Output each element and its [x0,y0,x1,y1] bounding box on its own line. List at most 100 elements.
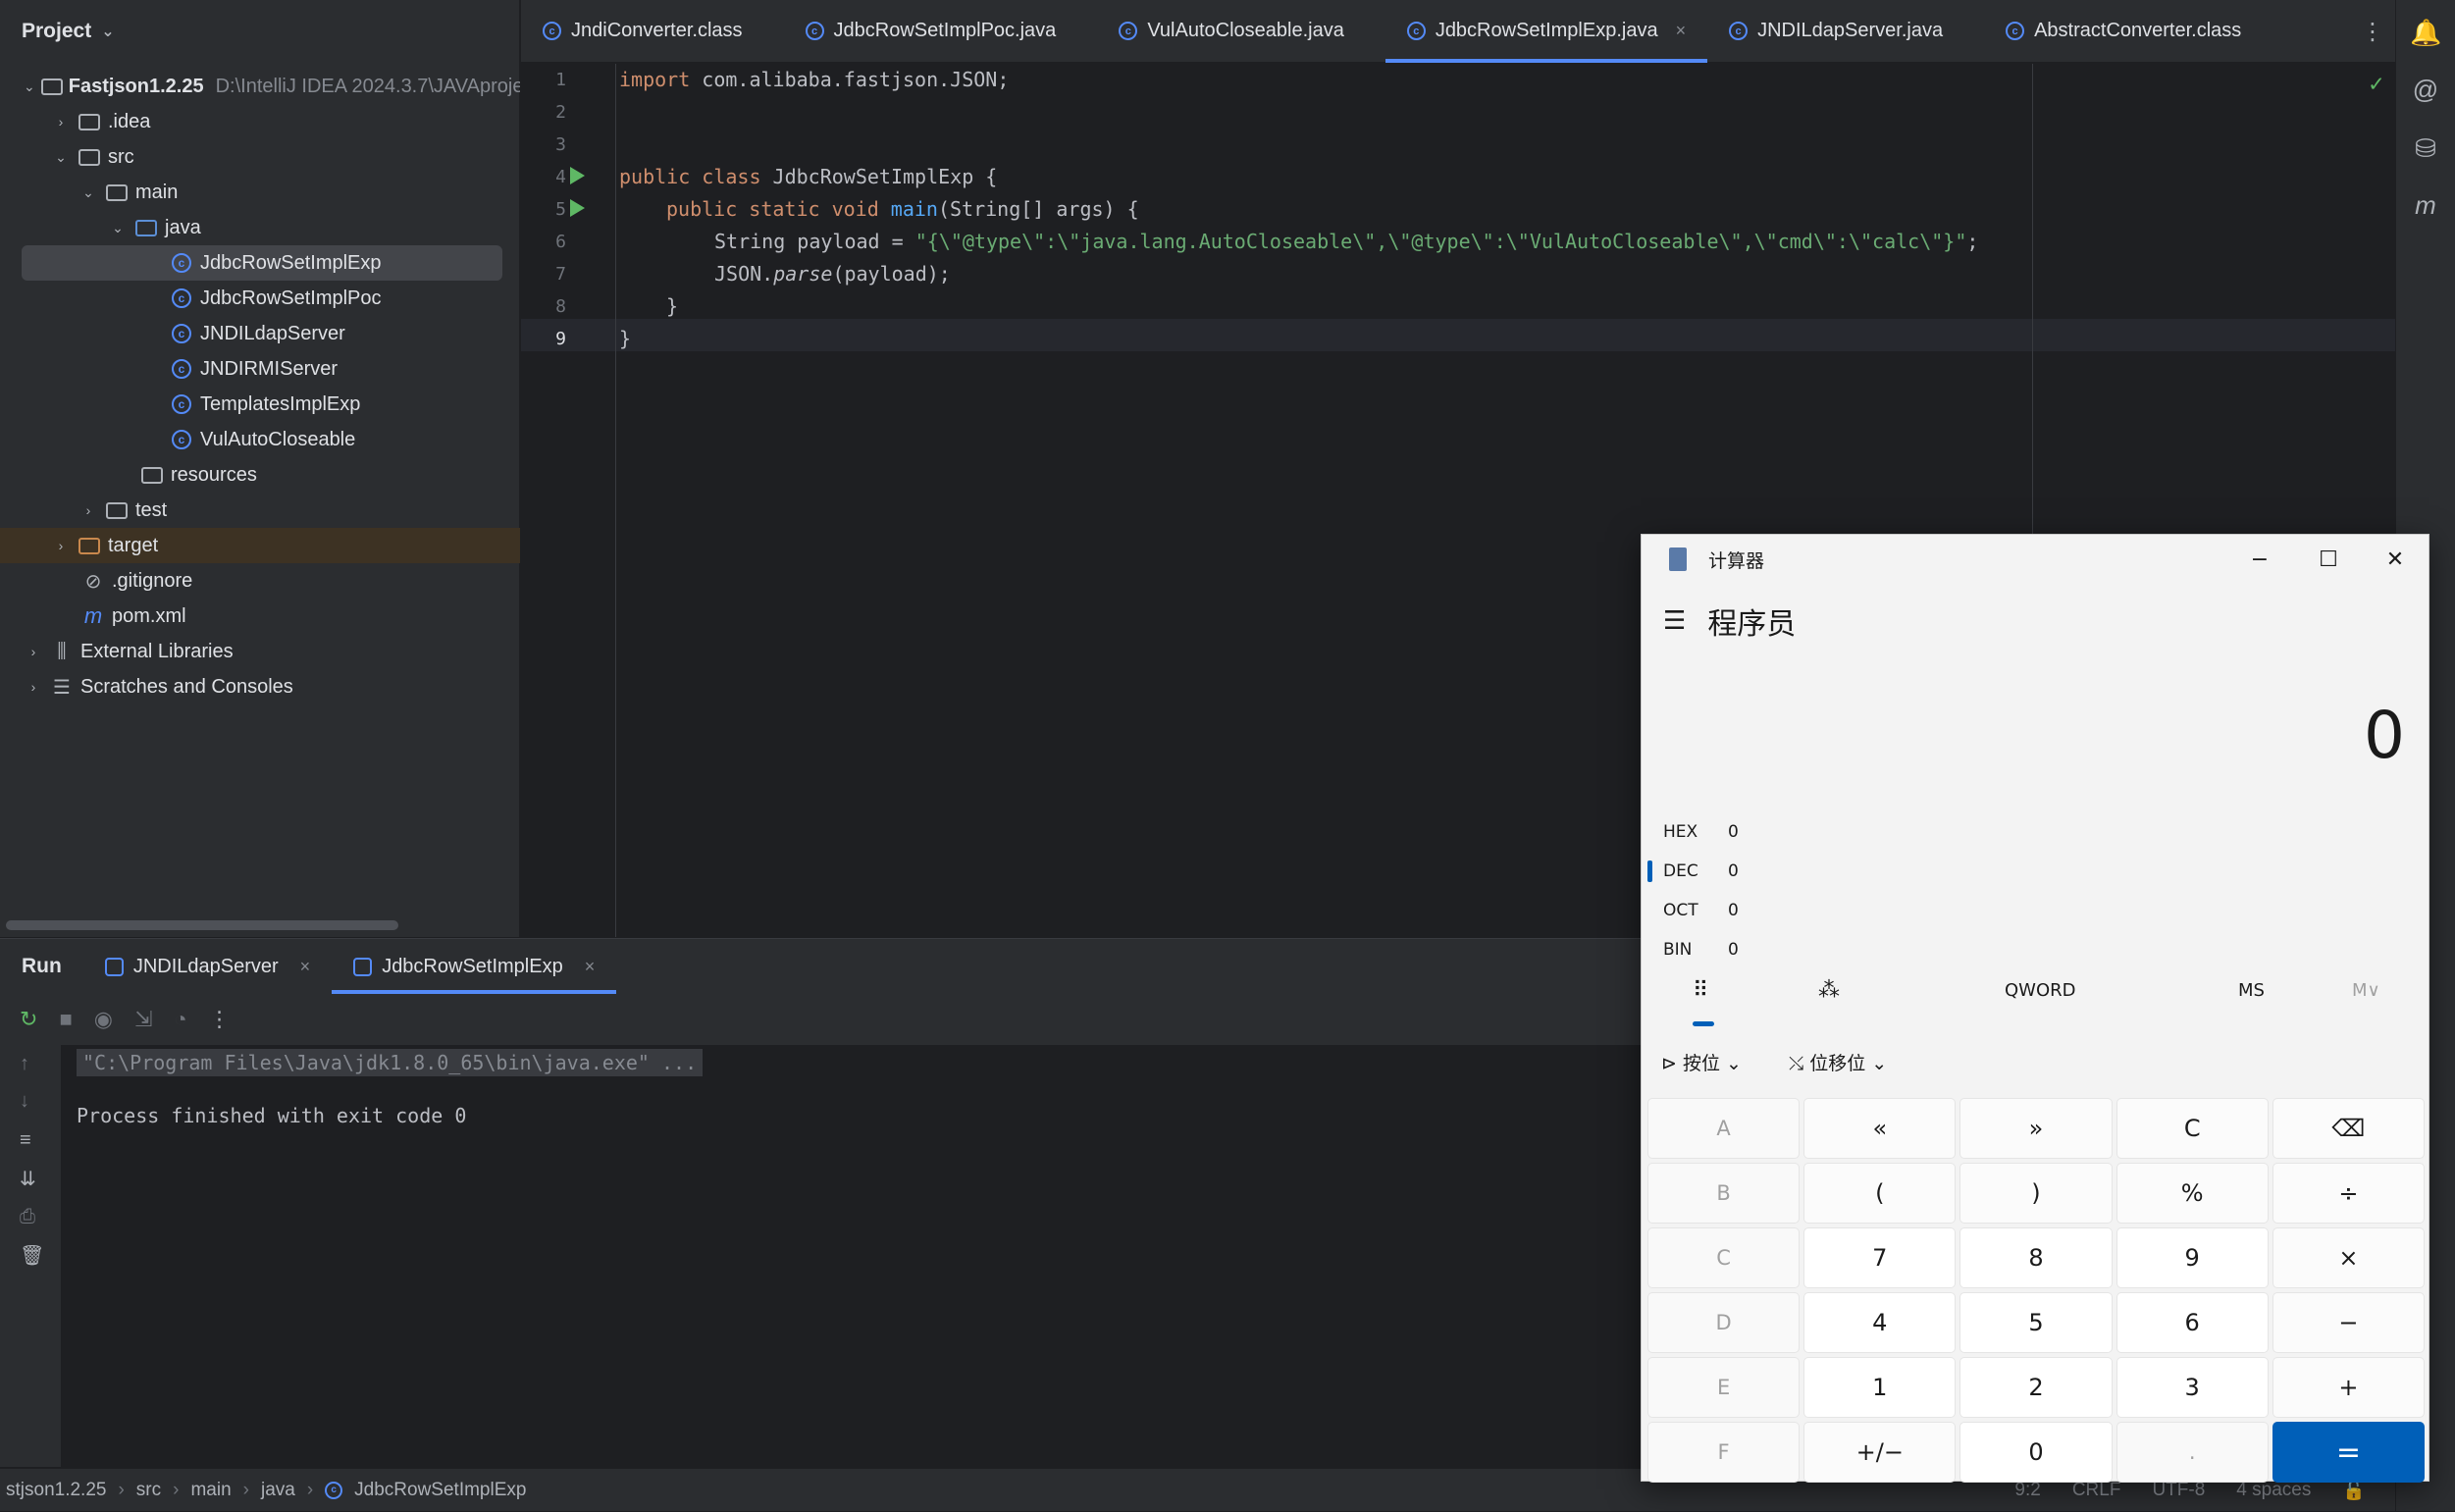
line-separator[interactable]: CRLF [2072,1480,2121,1501]
tree-item-pom[interactable]: m pom.xml [0,599,520,634]
camera-icon[interactable]: ◉ [94,1007,113,1032]
key-9[interactable]: 9 [2115,1227,2269,1288]
profiler-icon[interactable]: ◔ [174,1007,186,1032]
radix-oct[interactable]: OCT 0 [1663,894,1958,927]
horizontal-scrollbar[interactable] [6,920,398,930]
run-icon[interactable] [570,199,585,217]
close-icon[interactable]: × [1676,21,1687,41]
radix-hex[interactable]: HEX 0 [1663,815,1958,849]
tab-vulautocloseable[interactable]: c VulAutoCloseable.java [1097,0,1366,63]
word-size-button[interactable]: QWORD [2005,980,2076,1001]
key-right-shift[interactable]: » [1959,1098,2113,1159]
scroll-to-end-icon[interactable]: ⇊ [20,1167,36,1191]
tree-item-java[interactable]: ⌄ java [0,210,520,245]
maven-icon[interactable]: m [2410,190,2441,222]
breadcrumb-src[interactable]: src [131,1480,167,1501]
tree-item-external-libraries[interactable]: › ⫼ External Libraries [0,634,520,669]
run-tab-jndildapserver[interactable]: JNDILdapServer × [83,939,332,994]
tree-item-target[interactable]: › target [0,528,520,563]
up-arrow-icon[interactable]: ↑ [20,1053,29,1075]
run-tab-jdbcrowsetimplexp[interactable]: JdbcRowSetImplExp × [332,939,617,994]
close-icon[interactable]: × [300,957,311,977]
tree-item-templatesimplexp[interactable]: c TemplatesImplExp [0,387,520,422]
trash-icon[interactable]: 🗑 [20,1243,44,1268]
rerun-icon[interactable]: ↻ [20,1007,37,1032]
close-icon[interactable]: ✕ [2362,535,2429,584]
key-0[interactable]: 0 [1959,1422,2113,1483]
key-open-paren[interactable]: ( [1803,1163,1957,1224]
tree-item-test[interactable]: › test [0,493,520,528]
key-subtract[interactable]: − [2272,1292,2425,1353]
tree-item-jndirmiserver[interactable]: c JNDIRMIServer [0,351,520,387]
tab-jndildapserver[interactable]: c JNDILdapServer.java [1707,0,1964,63]
down-arrow-icon[interactable]: ↓ [20,1090,29,1113]
bit-toggling-keypad-icon[interactable]: ⁂ [1818,978,1840,1003]
key-5[interactable]: 5 [1959,1292,2113,1353]
tree-item-gitignore[interactable]: ⊘ .gitignore [0,563,520,599]
breadcrumb-main[interactable]: main [184,1480,236,1501]
breadcrumb-java[interactable]: java [255,1480,301,1501]
key-3[interactable]: 3 [2115,1357,2269,1418]
tree-item-jndildapserver[interactable]: c JNDILdapServer [0,316,520,351]
memory-store-button[interactable]: MS [2238,980,2265,1001]
tree-item-resources[interactable]: resources [0,457,520,493]
more-icon[interactable]: ⋮ [2350,0,2395,63]
radix-bin[interactable]: BIN 0 [1663,933,1958,966]
hamburger-menu-icon[interactable]: ☰ [1663,606,1686,636]
key-negate[interactable]: +/− [1803,1422,1957,1483]
console-command[interactable]: "C:\Program Files\Java\jdk1.8.0_65\bin\j… [77,1049,704,1076]
stop-icon[interactable]: ■ [59,1007,72,1032]
more-icon[interactable]: ⋮ [209,1007,231,1032]
soft-wrap-icon[interactable]: ≡ [20,1129,31,1152]
tree-item-scratches[interactable]: › ☰ Scratches and Consoles [0,669,520,704]
ai-assistant-icon[interactable]: @ [2410,75,2441,106]
tab-jdbcrowsetimplpoc[interactable]: c JdbcRowSetImplPoc.java [784,0,1078,63]
tree-root[interactable]: ⌄ Fastjson1.2.25 D:\IntelliJ IDEA 2024.3… [0,69,520,104]
key-7[interactable]: 7 [1803,1227,1957,1288]
tree-item-vulautocloseable[interactable]: c VulAutoCloseable [0,422,520,457]
key-a[interactable]: A [1647,1098,1801,1159]
full-keypad-icon[interactable]: ⠿ [1693,978,1708,1003]
memory-view-button[interactable]: M∨ [2352,980,2380,1001]
key-percent[interactable]: % [2115,1163,2269,1224]
key-multiply[interactable]: × [2272,1227,2425,1288]
export-icon[interactable]: ⇲ [134,1007,152,1032]
tab-abstractconverter[interactable]: c AbstractConverter.class [1984,0,2263,63]
key-1[interactable]: 1 [1803,1357,1957,1418]
key-b[interactable]: B [1647,1163,1801,1224]
tab-jndiconverter[interactable]: c JndiConverter.class [521,0,764,63]
radix-dec[interactable]: DEC 0 [1647,855,1958,888]
print-icon[interactable]: ⎙ [20,1206,35,1228]
key-6[interactable]: 6 [2115,1292,2269,1353]
caret-position[interactable]: 9:2 [2014,1480,2040,1501]
key-equals[interactable]: = [2272,1422,2425,1483]
close-icon[interactable]: × [585,957,596,977]
key-backspace[interactable]: ⌫ [2272,1098,2425,1159]
key-c-hex[interactable]: C [1647,1227,1801,1288]
key-left-shift[interactable]: « [1803,1098,1957,1159]
bitshift-dropdown[interactable]: ⤯ 位移位 ⌄ [1789,1049,1887,1075]
tree-item-jdbcrowsetimplexp[interactable]: c JdbcRowSetImplExp [22,245,502,281]
key-2[interactable]: 2 [1959,1357,2113,1418]
tab-jdbcrowsetimplexp[interactable]: c JdbcRowSetImplExp.java × [1384,0,1708,63]
key-4[interactable]: 4 [1803,1292,1957,1353]
console-output[interactable]: "C:\Program Files\Java\jdk1.8.0_65\bin\j… [77,1049,704,1127]
notifications-icon[interactable]: 🔔 [2410,18,2441,49]
key-decimal[interactable]: . [2115,1422,2269,1483]
key-e[interactable]: E [1647,1357,1801,1418]
key-add[interactable]: + [2272,1357,2425,1418]
tree-item-main[interactable]: ⌄ main [0,175,520,210]
key-f[interactable]: F [1647,1422,1801,1483]
indent-setting[interactable]: 4 spaces [2236,1480,2311,1501]
minimize-icon[interactable]: − [2226,535,2293,584]
key-clear[interactable]: C [2115,1098,2269,1159]
project-header[interactable]: Project ⌄ [0,0,519,63]
tree-item-jdbcrowsetimplpoc[interactable]: c JdbcRowSetImplPoc [0,281,520,316]
maximize-icon[interactable]: ☐ [2295,535,2362,584]
file-encoding[interactable]: UTF-8 [2152,1480,2205,1501]
bitwise-dropdown[interactable]: ⊳ 按位 ⌄ [1661,1049,1742,1075]
tree-item-src[interactable]: ⌄ src [0,139,520,175]
database-icon[interactable]: ⛁ [2410,133,2441,165]
key-8[interactable]: 8 [1959,1227,2113,1288]
tree-item-idea[interactable]: › .idea [0,104,520,139]
